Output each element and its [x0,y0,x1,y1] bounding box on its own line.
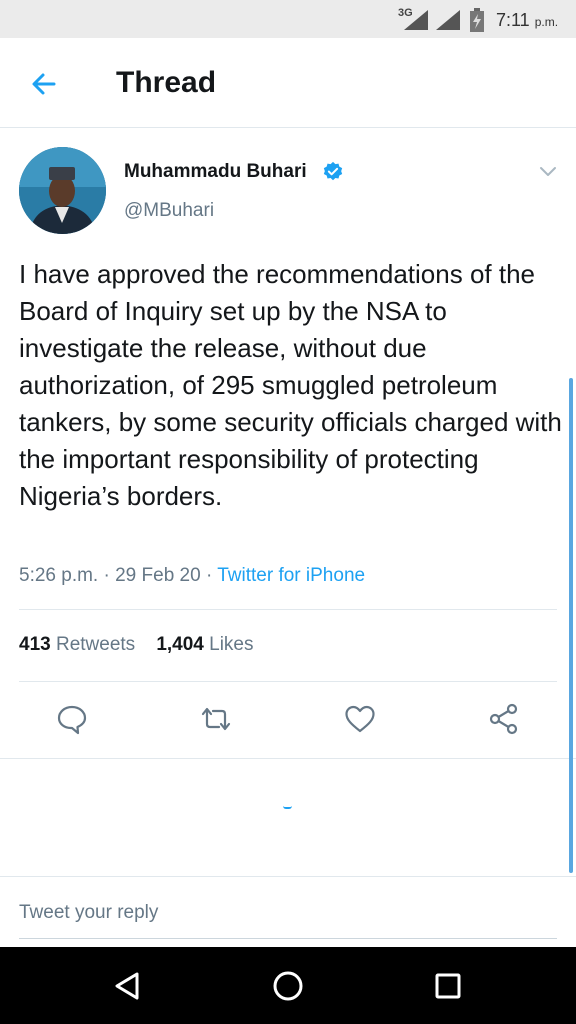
tweet-time: 5:26 p.m. [19,565,99,586]
author-name[interactable]: Muhammadu Buhari [124,161,307,183]
navigation-bar [0,947,576,1024]
author-handle[interactable]: @MBuhari [124,200,214,222]
reply-underline [19,938,557,939]
retweet-icon[interactable] [199,702,233,736]
share-icon[interactable] [487,702,521,736]
signal-icon [436,10,460,30]
avatar[interactable] [19,147,106,234]
tweet-date: 29 Feb 20 [115,565,201,586]
thread-header: Thread [0,38,576,128]
clock: 7:11 p.m. [496,10,559,30]
avatar-portrait [19,147,106,234]
divider [0,758,576,759]
tweet-text: I have approved the recommendations of t… [19,259,562,511]
divider [0,876,576,877]
home-circle-icon[interactable] [269,967,307,1005]
tweet-meta: 5:26 p.m. · 29 Feb 20 · Twitter for iPho… [19,565,365,587]
recents-square-icon[interactable] [429,967,467,1005]
reply-input[interactable]: Tweet your reply [19,902,158,924]
tweet-stats: 413 Retweets 1,404 Likes [19,634,254,656]
meta-separator: · [103,565,110,586]
meta-separator: · [205,565,213,586]
reply-icon[interactable] [55,702,89,736]
signal-icon [404,10,428,30]
divider [19,681,557,682]
arrow-left-icon[interactable] [26,66,62,102]
back-triangle-icon[interactable] [109,967,147,1005]
chevron-down-icon[interactable] [537,160,559,182]
page-title: Thread [116,66,217,99]
tweet-source-link[interactable]: Twitter for iPhone [217,565,365,586]
divider [19,609,557,610]
likes-stat[interactable]: 1,404 Likes [156,634,253,655]
retweets-stat[interactable]: 413 Retweets [19,634,135,655]
verified-badge-icon [323,161,343,181]
battery-icon [470,8,484,32]
scrollbar[interactable] [569,378,573,873]
loading-indicator [283,806,292,809]
status-bar: 3G 7:11 p.m. [0,0,576,38]
like-icon[interactable] [343,702,377,736]
